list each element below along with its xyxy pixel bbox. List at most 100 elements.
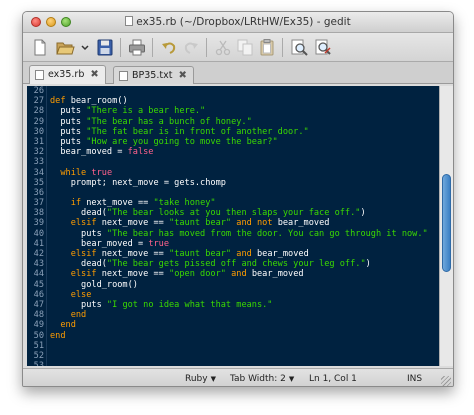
code-line: while true	[50, 168, 441, 178]
save-button[interactable]	[95, 38, 115, 57]
redo-icon	[184, 42, 198, 54]
toolbar-separator	[206, 38, 207, 57]
toolbar-separator	[282, 38, 283, 57]
copy-button[interactable]	[235, 38, 255, 57]
code-token: elsif	[70, 249, 97, 259]
code-token: puts	[50, 136, 87, 147]
new-document-icon	[34, 39, 46, 56]
find-button[interactable]	[289, 38, 309, 57]
code-token: dead(	[50, 259, 107, 270]
code-token: bear_room()	[65, 96, 128, 107]
line-number: 43	[33, 259, 44, 270]
code-line: elsif next_move == "open door" and bear_…	[50, 269, 441, 279]
chevron-down-icon	[81, 45, 89, 51]
line-number: 40	[33, 228, 44, 239]
code-token: and not	[236, 218, 273, 229]
gedit-window: ex35.rb (~/Dropbox/LRtHW/Ex35) - gedit e…	[22, 11, 454, 387]
text-file-icon	[119, 71, 128, 81]
code-token: and	[236, 249, 252, 259]
code-line: end	[50, 310, 441, 320]
code-token: "The bear has a bunch of honey."	[86, 116, 252, 127]
line-number: 28	[33, 106, 44, 117]
code-line: prompt; next_move = gets.chomp	[50, 178, 441, 188]
tab-width-selector[interactable]: Tab Width: 2 ▼	[230, 374, 294, 384]
line-number: 42	[33, 249, 44, 259]
cut-button[interactable]	[213, 38, 233, 57]
code-line: puts "The bear has a bunch of honey."	[50, 117, 441, 127]
line-number: 39	[33, 218, 44, 229]
code-token: elsif	[70, 269, 97, 280]
code-token: "taunt bear"	[169, 218, 232, 229]
close-tab-icon[interactable]: ✖	[90, 69, 98, 80]
redo-button[interactable]	[181, 38, 201, 57]
toolbar	[23, 33, 453, 62]
find-replace-button[interactable]	[313, 38, 333, 57]
new-document-button[interactable]	[30, 38, 50, 57]
code-token: dead(	[50, 208, 107, 219]
search-replace-icon	[315, 39, 331, 55]
code-token: next_move ==	[81, 198, 154, 209]
ruby-file-icon	[35, 70, 44, 80]
undo-button[interactable]	[159, 38, 179, 57]
open-button[interactable]	[55, 38, 75, 57]
scrollbar-thumb[interactable]	[442, 174, 451, 272]
code-line: puts "There is a bear here."	[50, 106, 441, 116]
line-number: 47	[33, 299, 44, 310]
code-token: bear_moved =	[50, 147, 128, 158]
close-tab-icon[interactable]: ✖	[178, 70, 186, 81]
code-token: "The fat bear is in front of another doo…	[86, 126, 309, 137]
code-line: dead("The bear looks at you then slaps y…	[50, 208, 441, 218]
code-token: def	[50, 96, 66, 107]
language-selector[interactable]: Ruby ▼	[185, 374, 216, 384]
code-token: gold_room()	[50, 279, 138, 290]
title-bar: ex35.rb (~/Dropbox/LRtHW/Ex35) - gedit	[23, 12, 453, 33]
tab-ex35-rb[interactable]: ex35.rb ✖	[29, 65, 106, 84]
code-token: bear_moved =	[50, 238, 149, 249]
code-line: if next_move == "take honey"	[50, 198, 441, 208]
status-bar: Ruby ▼ Tab Width: 2 ▼ Ln 1, Col 1 INS	[23, 368, 453, 386]
code-token: "How are you going to move the bear?"	[86, 136, 278, 147]
code-line: elsif next_move == "taunt bear" and bear…	[50, 249, 441, 259]
copy-icon	[237, 39, 253, 56]
code-token: "open door"	[169, 269, 226, 280]
code-line: gold_room()	[50, 280, 441, 290]
code-token: true	[148, 238, 170, 249]
code-token: bear_moved	[246, 269, 304, 280]
code-token: puts	[50, 126, 87, 137]
code-token: "take honey"	[153, 198, 216, 209]
code-token: bear_moved	[251, 249, 309, 259]
line-number: 32	[33, 147, 44, 158]
window-title: ex35.rb (~/Dropbox/LRtHW/Ex35) - gedit	[23, 16, 453, 28]
code-token: end	[70, 310, 87, 321]
paste-button[interactable]	[257, 38, 277, 57]
line-number: 36	[33, 187, 44, 198]
code-token: else	[70, 289, 92, 300]
line-number: 51	[33, 340, 44, 351]
code-line: puts "I got no idea what that means."	[50, 300, 441, 310]
code-token: puts	[50, 228, 107, 239]
line-number: 29	[33, 116, 44, 127]
print-button[interactable]	[127, 38, 147, 57]
vertical-scrollbar[interactable]	[439, 86, 453, 366]
language-label: Ruby	[185, 374, 208, 384]
code-text-area[interactable]: def bear_room() puts "There is a bear he…	[50, 86, 441, 366]
open-menu-button[interactable]	[75, 38, 89, 57]
cursor-position: Ln 1, Col 1	[309, 374, 357, 384]
code-token: "There is a bear here."	[86, 106, 206, 117]
code-editor[interactable]: 26 27 28 29 30 31 32 33 34 35 36 37 38 39 40 41 42 43 44 45…	[27, 86, 441, 366]
resize-grip[interactable]	[441, 376, 451, 386]
chevron-down-icon: ▼	[288, 375, 295, 383]
code-token: true	[91, 167, 113, 178]
tab-bp35-txt[interactable]: BP35.txt ✖	[113, 66, 194, 84]
line-number: 35	[33, 177, 44, 188]
chevron-down-icon: ▼	[210, 375, 216, 383]
